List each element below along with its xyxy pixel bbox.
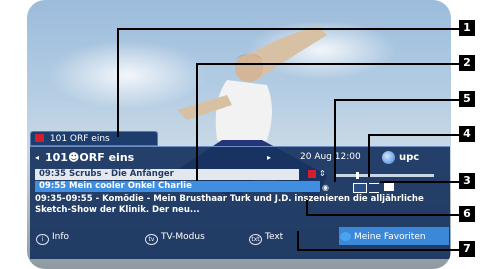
channel-tab-label: 101 ORF eins	[49, 134, 110, 144]
channel-name: 101☻ORF eins	[45, 151, 135, 164]
picture-format-icon	[353, 183, 367, 193]
callout-5: 5	[459, 91, 475, 107]
tv-key-icon: tv	[145, 234, 158, 245]
progress-marker	[356, 172, 359, 179]
tv-mode-label: TV-Modus	[161, 232, 205, 242]
epg-header: ◂ 101☻ORF eins ▸ 20 Aug 12:00 upc	[30, 149, 450, 166]
callout-line-7-rise	[297, 231, 299, 251]
date-time: 20 Aug 12:00	[300, 152, 361, 162]
epg-panel: ◂ 101☻ORF eins ▸ 20 Aug 12:00 upc 09:35 …	[30, 146, 450, 259]
channel-tab: 101 ORF eins	[30, 131, 158, 146]
epg-footer: i Info tv TV-Modus txt Text Meine Favoriten	[30, 227, 450, 247]
previous-channel-arrow[interactable]: ◂	[35, 149, 39, 166]
recording-icon	[308, 170, 316, 178]
callout-line-5	[334, 99, 459, 101]
favorites-label: Meine Favoriten	[354, 232, 426, 242]
audio-format-icon	[384, 183, 394, 191]
up-down-arrows-icon[interactable]: ⇕	[319, 169, 326, 178]
next-channel-arrow[interactable]: ▸	[267, 149, 271, 166]
info-key-icon: i	[36, 234, 49, 245]
callout-line-2	[196, 63, 459, 65]
callout-line-4	[368, 134, 459, 136]
time-progress-bar	[334, 172, 434, 179]
callout-line-1-drop	[117, 28, 119, 137]
program-description: 09:35-09:55 - Komödie - Mein Brusthaar T…	[35, 194, 424, 215]
callout-line-4-drop	[368, 134, 370, 177]
blue-key-icon	[340, 232, 351, 241]
tv-mode-key[interactable]: tv TV-Modus	[145, 227, 205, 247]
callout-line-7	[297, 249, 459, 251]
program-row[interactable]: 09:35 Scrubs - Die Anfänger	[35, 169, 299, 180]
text-label: Text	[265, 232, 284, 242]
callout-4: 4	[459, 126, 475, 142]
provider-label: upc	[399, 152, 420, 163]
channel-logo-icon	[382, 151, 395, 164]
callout-2: 2	[459, 55, 475, 71]
text-key-icon: txt	[249, 234, 262, 245]
callout-line-2-drop	[196, 63, 198, 181]
program-row-selected[interactable]: 09:55 Mein cooler Onkel Charlie	[35, 181, 320, 192]
info-label: Info	[52, 232, 70, 242]
callout-line-6	[306, 214, 459, 216]
subtitle-icon	[369, 183, 379, 193]
callout-line-6-rise	[306, 200, 308, 216]
info-key[interactable]: i Info	[36, 227, 69, 247]
favorites-key[interactable]: Meine Favoriten	[340, 227, 426, 247]
text-key[interactable]: txt Text	[249, 227, 283, 247]
orf-badge-icon	[35, 134, 44, 142]
callout-6: 6	[459, 206, 475, 222]
callout-line-5-drop	[334, 99, 336, 182]
callout-7: 7	[459, 241, 475, 257]
callout-3: 3	[459, 173, 475, 189]
callout-1: 1	[459, 20, 475, 36]
eye-icon: ◉	[322, 183, 329, 192]
callout-line-3	[380, 181, 459, 183]
callout-line-1	[117, 28, 459, 30]
